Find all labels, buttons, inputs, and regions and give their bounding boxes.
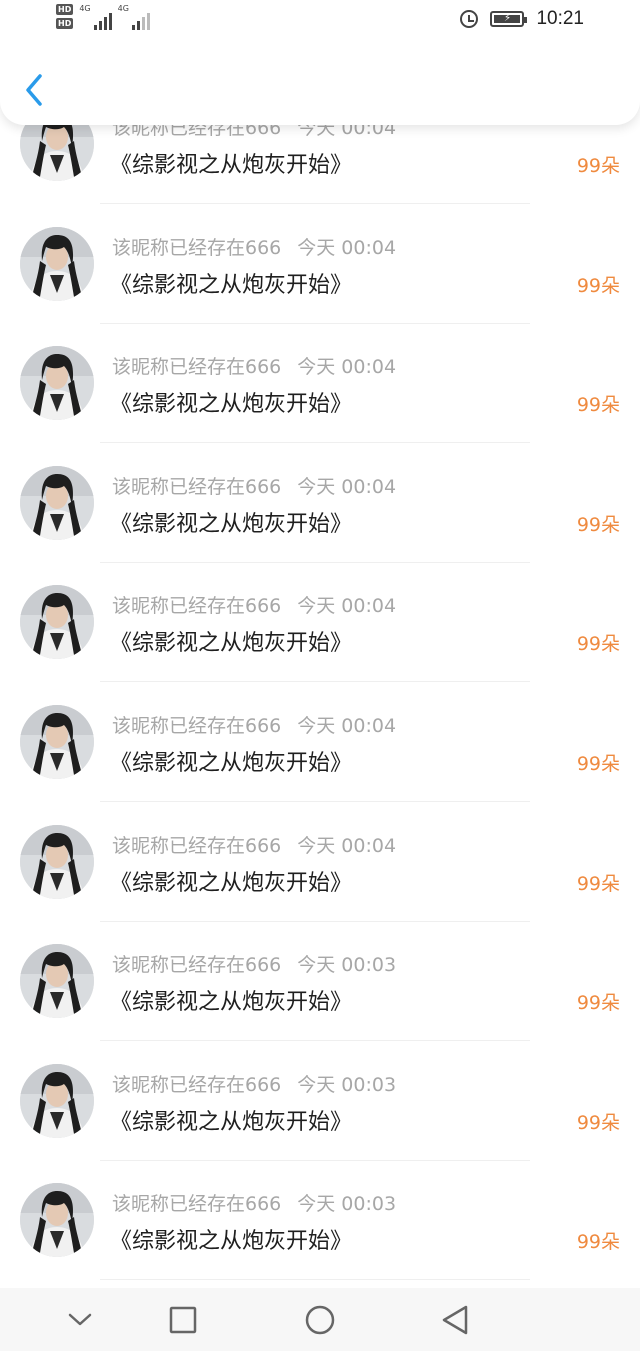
signal-group: HD HD 4G 4G	[56, 4, 150, 30]
row-divider	[100, 322, 530, 324]
chevron-left-icon	[26, 74, 42, 106]
timestamp: 今天 00:04	[297, 475, 397, 498]
hd-badge: HD	[56, 4, 74, 15]
gift-record-item[interactable]: 该昵称已经存在666 今天 00:03 《综影视之从炮灰开始》 99朵	[0, 936, 640, 1056]
avatar[interactable]	[20, 585, 94, 660]
record-meta: 该昵称已经存在666 今天 00:04	[112, 352, 396, 379]
record-meta: 该昵称已经存在666 今天 00:04	[112, 233, 396, 260]
record-meta: 该昵称已经存在666 今天 00:03	[112, 950, 396, 977]
signal-icon: 4G	[79, 4, 112, 30]
book-title[interactable]: 《综影视之从炮灰开始》	[110, 506, 352, 538]
username: 该昵称已经存在666	[112, 1193, 282, 1216]
battery-charging-icon: ⚡	[490, 11, 528, 27]
book-title[interactable]: 《综影视之从炮灰开始》	[110, 147, 352, 179]
row-divider	[100, 561, 530, 563]
avatar[interactable]	[20, 824, 94, 899]
record-meta: 该昵称已经存在666 今天 00:04	[112, 711, 396, 738]
book-title[interactable]: 《综影视之从炮灰开始》	[110, 1223, 352, 1255]
system-back-button[interactable]	[436, 1300, 476, 1340]
back-button[interactable]	[18, 70, 54, 110]
row-divider	[100, 1159, 530, 1161]
timestamp: 今天 00:04	[297, 356, 397, 379]
book-title[interactable]: 《综影视之从炮灰开始》	[110, 267, 352, 299]
timestamp: 今天 00:04	[297, 595, 397, 618]
username: 该昵称已经存在666	[112, 954, 282, 977]
record-meta: 该昵称已经存在666 今天 00:04	[112, 591, 396, 618]
gift-record-item[interactable]: 该昵称已经存在666 今天 00:04 《综影视之从炮灰开始》 99朵	[0, 817, 640, 937]
avatar[interactable]	[20, 705, 94, 779]
hide-keyboard-button[interactable]	[60, 1300, 100, 1340]
gift-record-item[interactable]: 该昵称已经存在666 今天 00:03 《综影视之从炮灰开始》 99朵	[0, 1056, 640, 1176]
triangle-back-icon	[442, 1305, 468, 1335]
chevron-down-icon	[68, 1313, 92, 1326]
screen: 该昵称已经存在666 今天 00:04 《综影视之从炮灰开始》 99朵 该昵称已经…	[0, 0, 640, 1351]
record-meta: 该昵称已经存在666 今天 00:04	[112, 831, 396, 858]
avatar[interactable]	[20, 465, 94, 540]
network-type: 4G	[79, 4, 91, 13]
gift-count: 99朵	[576, 1231, 620, 1254]
hd-badge: HD	[56, 18, 74, 29]
gift-count: 99朵	[576, 872, 620, 895]
gift-count: 99朵	[576, 992, 620, 1015]
gift-count: 99朵	[576, 513, 620, 536]
avatar[interactable]	[20, 346, 94, 421]
book-title[interactable]: 《综影视之从炮灰开始》	[110, 386, 352, 418]
alarm-icon	[460, 10, 479, 28]
square-recent-icon	[169, 1306, 197, 1334]
book-title[interactable]: 《综影视之从炮灰开始》	[110, 745, 352, 777]
timestamp: 今天 00:04	[297, 236, 397, 259]
username: 该昵称已经存在666	[112, 475, 282, 498]
row-divider	[100, 920, 530, 922]
gift-record-item[interactable]: 该昵称已经存在666 今天 00:04 《综影视之从炮灰开始》 99朵	[0, 697, 640, 817]
timestamp: 今天 00:04	[297, 834, 397, 857]
status-bar: HD HD 4G 4G ⚡ 10:21	[0, 0, 640, 44]
timestamp: 今天 00:03	[297, 1193, 397, 1216]
gift-record-item[interactable]: 该昵称已经存在666 今天 00:04 《综影视之从炮灰开始》 99朵	[0, 458, 640, 578]
avatar[interactable]	[20, 1063, 94, 1138]
avatar[interactable]	[20, 944, 94, 1019]
gift-count: 99朵	[576, 394, 620, 417]
row-divider	[100, 681, 530, 683]
gift-count: 99朵	[576, 1111, 620, 1134]
clock: 10:21	[536, 8, 584, 29]
username: 该昵称已经存在666	[112, 1073, 282, 1096]
gift-record-item[interactable]: 该昵称已经存在666 今天 00:04 《综影视之从炮灰开始》 99朵	[0, 338, 640, 458]
record-meta: 该昵称已经存在666 今天 00:03	[112, 1070, 396, 1097]
gift-count: 99朵	[576, 633, 620, 656]
circle-home-icon	[305, 1305, 335, 1335]
record-meta: 该昵称已经存在666 今天 00:04	[112, 472, 396, 499]
username: 该昵称已经存在666	[112, 356, 282, 379]
book-title[interactable]: 《综影视之从炮灰开始》	[110, 984, 352, 1016]
system-nav-bar	[0, 1288, 640, 1351]
gift-record-item[interactable]: 该昵称已经存在666 今天 00:04 《综影视之从炮灰开始》 99朵	[0, 219, 640, 339]
network-type: 4G	[117, 4, 129, 13]
avatar[interactable]	[20, 226, 94, 301]
gift-count: 99朵	[576, 274, 620, 297]
home-button[interactable]	[300, 1300, 340, 1340]
username: 该昵称已经存在666	[112, 715, 282, 737]
gift-record-item[interactable]: 该昵称已经存在666 今天 00:04 《综影视之从炮灰开始》 99朵	[0, 577, 640, 697]
timestamp: 今天 00:04	[297, 715, 397, 737]
avatar[interactable]	[20, 1183, 94, 1258]
gift-record-item[interactable]: 该昵称已经存在666 今天 00:03 《综影视之从炮灰开始》 99朵	[0, 1175, 640, 1295]
timestamp: 今天 00:03	[297, 1073, 397, 1096]
gift-count: 99朵	[576, 155, 620, 177]
row-divider	[100, 801, 530, 802]
recent-apps-button[interactable]	[163, 1300, 203, 1340]
record-meta: 该昵称已经存在666 今天 00:03	[112, 1189, 396, 1216]
signal-icon: 4G	[118, 4, 150, 30]
book-title[interactable]: 《综影视之从炮灰开始》	[110, 1104, 352, 1136]
row-divider	[100, 442, 530, 444]
row-divider	[100, 1279, 530, 1281]
row-divider	[100, 1040, 530, 1042]
book-title[interactable]: 《综影视之从炮灰开始》	[110, 865, 352, 897]
row-divider	[100, 203, 530, 204]
timestamp: 今天 00:03	[297, 954, 397, 977]
username: 该昵称已经存在666	[112, 595, 282, 618]
username: 该昵称已经存在666	[112, 834, 282, 857]
gift-count: 99朵	[576, 753, 620, 775]
book-title[interactable]: 《综影视之从炮灰开始》	[110, 625, 352, 657]
username: 该昵称已经存在666	[112, 236, 282, 259]
